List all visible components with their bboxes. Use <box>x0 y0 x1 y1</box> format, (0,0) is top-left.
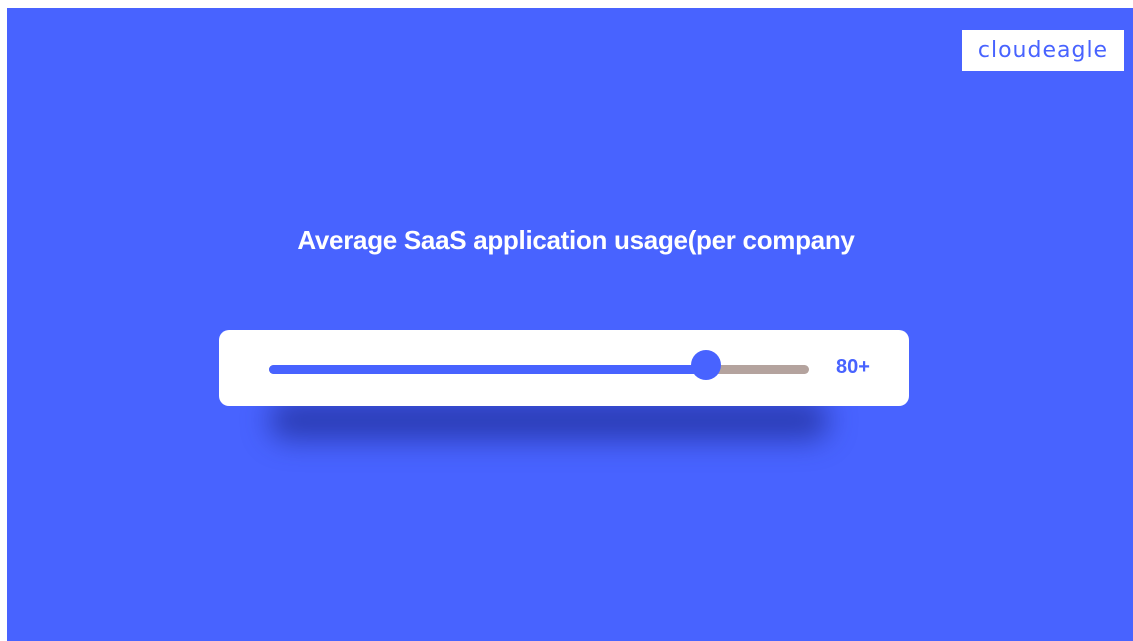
slider-value-label: 80+ <box>836 356 870 378</box>
slider-thumb[interactable] <box>691 350 722 380</box>
slider-card: 80+ <box>219 330 909 406</box>
brand-logo: cloudeagle <box>962 30 1124 71</box>
slide-canvas: cloudeagle Average SaaS application usag… <box>7 8 1133 641</box>
page-title: Average SaaS application usage(per compa… <box>297 225 855 255</box>
card-shadow <box>269 400 829 440</box>
slider-track[interactable] <box>269 365 809 374</box>
slider-track-fill <box>269 365 707 374</box>
brand-logo-text: cloudeagle <box>977 38 1109 63</box>
